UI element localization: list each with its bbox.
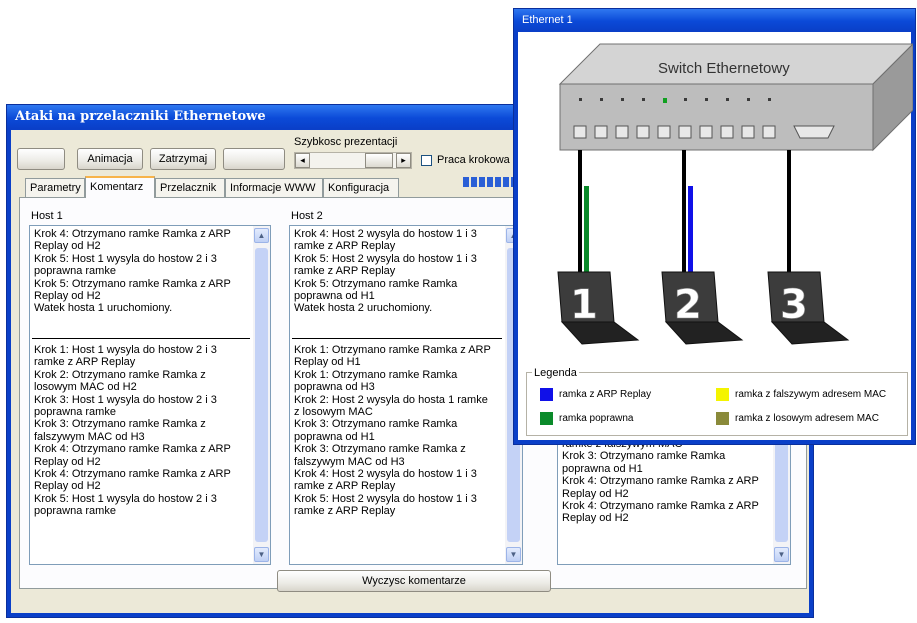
speed-label: Szybkosc prezentacji [294,136,398,148]
host1-label: Host 1 [31,210,63,222]
scroll-down-icon[interactable]: ▼ [254,547,269,562]
tab-parametry[interactable]: Parametry [25,178,85,197]
legend-swatch-correct [540,412,553,425]
host-number-1: 1 [570,282,598,328]
legend-swatch-random-mac [716,412,729,425]
speed-right-arrow-icon[interactable]: ▸ [396,153,411,168]
speed-left-arrow-icon[interactable]: ◂ [295,153,310,168]
scroll-thumb[interactable] [255,248,268,542]
switch-label: Switch Ethernetowy [658,60,790,77]
host1-scrollbar[interactable]: ▲ ▼ [253,226,270,564]
switch-window: Ethernet 1 1 2 3 Switch Ethernetowy Lege… [513,8,916,445]
host2-separator [292,338,502,339]
legend-title: Legenda [532,367,579,379]
host1-bottom-text: Krok 1: Host 1 wysyla do hostow 2 i 3 ra… [34,344,231,518]
host2-bottom-text: Krok 1: Otrzymano ramke Ramka z ARP Repl… [294,344,491,518]
host1-comment-box[interactable]: Krok 4: Otrzymano ramke Ramka z ARP Repl… [29,225,271,565]
host-number-3: 3 [780,282,808,328]
stop-button[interactable]: Zatrzymaj [150,148,216,170]
legend-swatch-fake-mac [716,388,729,401]
step-mode-checkbox[interactable] [421,155,432,166]
clear-comments-button[interactable]: Wyczysc komentarze [277,570,551,592]
scroll-up-icon[interactable]: ▲ [254,228,269,243]
host2-top-text: Krok 4: Host 2 wysyla do hostow 1 i 3 ra… [294,228,477,315]
tab-komentarz[interactable]: Komentarz [85,176,155,198]
legend-box [526,372,908,436]
animate-button[interactable]: Animacja [77,148,143,170]
toolbar-button-4[interactable] [223,148,285,170]
speed-slider-thumb[interactable] [365,153,393,168]
host2-comment-box[interactable]: Krok 4: Host 2 wysyla do hostow 1 i 3 ra… [289,225,523,565]
legend-label-random-mac: ramka z losowym adresem MAC [735,413,879,424]
legend-label-fake-mac: ramka z falszywym adresem MAC [735,389,887,400]
toolbar-button-1[interactable] [17,148,65,170]
legend-swatch-arp [540,388,553,401]
legend-label-correct: ramka poprawna [559,413,634,424]
speed-slider[interactable]: ◂ ▸ [294,152,412,169]
tab-informacje-www[interactable]: Informacje WWW [225,178,323,197]
scroll-down-icon[interactable]: ▼ [506,547,521,562]
host1-separator [32,338,250,339]
host3-bottom-text: ramke z falszywym MAC Krok 3: Otrzymano … [562,438,759,525]
host1-top-text: Krok 4: Otrzymano ramke Ramka z ARP Repl… [34,228,231,315]
switch-window-client: 1 2 3 Switch Ethernetowy Legenda ramka z… [518,32,913,440]
tab-konfiguracja[interactable]: Konfiguracja [323,178,399,197]
host-number-2: 2 [674,282,702,328]
frame-correct [584,186,589,272]
switch-window-title: Ethernet 1 [514,9,915,31]
legend-label-arp: ramka z ARP Replay [559,389,652,400]
scroll-down-icon[interactable]: ▼ [774,547,789,562]
frame-arp-replay [688,186,693,272]
tab-przelacznik[interactable]: Przelacznik [155,178,225,197]
host2-label: Host 2 [291,210,323,222]
step-mode-label: Praca krokowa [437,154,510,166]
